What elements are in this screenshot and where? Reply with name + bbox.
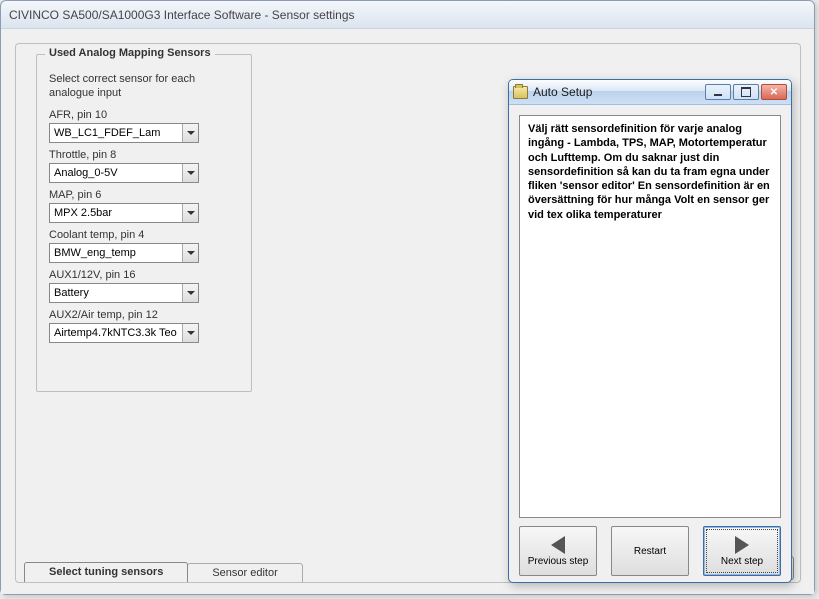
analog-mapping-group: Used Analog Mapping Sensors Select corre… [36,54,252,392]
map-label: MAP, pin 6 [49,189,239,201]
afr-label: AFR, pin 10 [49,109,239,121]
throttle-select[interactable]: Analog_0-5V [49,163,199,183]
tab-select-tuning-sensors[interactable]: Select tuning sensors [24,562,188,582]
coolant-select[interactable]: BMW_eng_temp [49,243,199,263]
group-title: Used Analog Mapping Sensors [45,47,215,59]
aux2-value: Airtemp4.7kNTC3.3k Teo [50,327,182,339]
chevron-down-icon [182,164,198,182]
map-value: MPX 2.5bar [50,207,182,219]
aux1-label: AUX1/12V, pin 16 [49,269,239,281]
next-step-button[interactable]: Next step [703,526,781,576]
coolant-label: Coolant temp, pin 4 [49,229,239,241]
restart-button[interactable]: Restart [611,526,689,576]
chevron-down-icon [182,284,198,302]
afr-value: WB_LC1_FDEF_Lam [50,127,182,139]
map-select[interactable]: MPX 2.5bar [49,203,199,223]
close-button[interactable]: ✕ [761,84,787,100]
main-body: Used Analog Mapping Sensors Select corre… [1,29,814,594]
previous-step-button[interactable]: Previous step [519,526,597,576]
throttle-label: Throttle, pin 8 [49,149,239,161]
afr-select[interactable]: WB_LC1_FDEF_Lam [49,123,199,143]
dialog-titlebar[interactable]: Auto Setup ✕ [509,80,791,105]
help-text: Välj rätt sensordefinition för varje ana… [519,115,781,518]
next-step-label: Next step [721,556,763,567]
dialog-body: Välj rätt sensordefinition för varje ana… [509,105,791,582]
aux1-select[interactable]: Battery [49,283,199,303]
tab-sensor-editor[interactable]: Sensor editor [187,563,302,582]
aux2-label: AUX2/Air temp, pin 12 [49,309,239,321]
auto-setup-dialog: Auto Setup ✕ Välj rätt sensordefinition … [508,79,792,583]
chevron-down-icon [182,244,198,262]
coolant-value: BMW_eng_temp [50,247,182,259]
aux2-select[interactable]: Airtemp4.7kNTC3.3k Teo [49,323,199,343]
tab-strip: Select tuning sensors Sensor editor [24,562,302,582]
dialog-title: Auto Setup [533,85,705,99]
chevron-down-icon [182,124,198,142]
restart-label: Restart [634,546,666,557]
previous-step-label: Previous step [528,556,589,567]
dialog-button-row: Previous step Restart Next step [519,526,781,576]
throttle-value: Analog_0-5V [50,167,182,179]
window-title: CIVINCO SA500/SA1000G3 Interface Softwar… [9,8,355,22]
aux1-value: Battery [50,287,182,299]
chevron-down-icon [182,204,198,222]
group-hint: Select correct sensor for each analogue … [49,73,239,101]
main-window: CIVINCO SA500/SA1000G3 Interface Softwar… [0,0,815,595]
main-titlebar[interactable]: CIVINCO SA500/SA1000G3 Interface Softwar… [1,1,814,29]
arrow-left-icon [551,536,565,554]
arrow-right-icon [735,536,749,554]
minimize-button[interactable] [705,84,731,100]
maximize-button[interactable] [733,84,759,100]
folder-icon [513,86,528,99]
chevron-down-icon [182,324,198,342]
